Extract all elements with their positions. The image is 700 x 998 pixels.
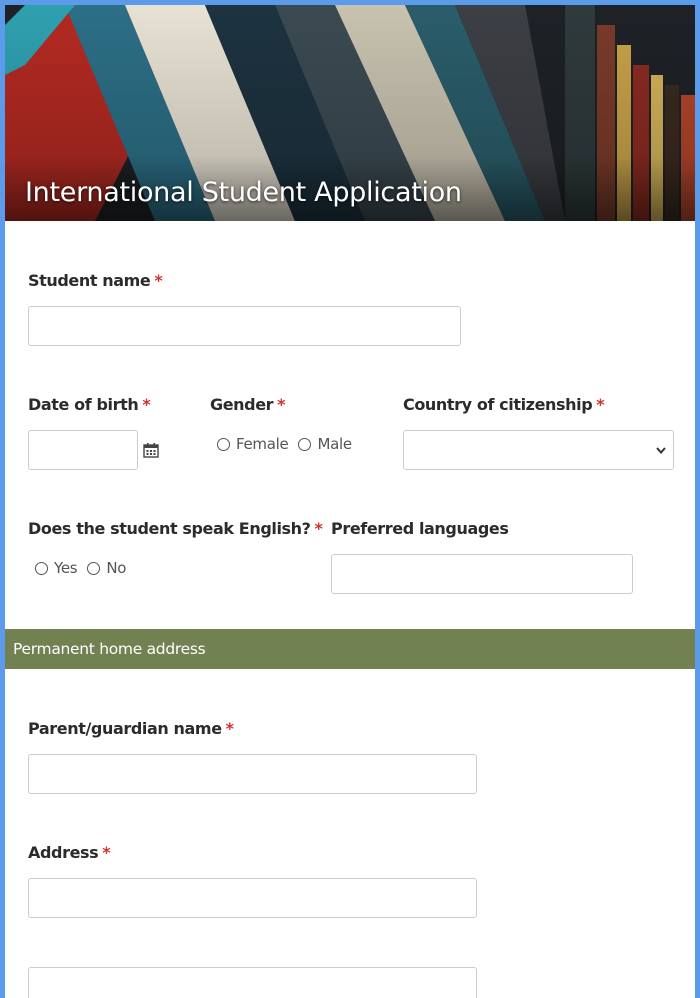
radio-circle[interactable] — [298, 437, 312, 451]
speaks-english-radio-group: Yes No — [35, 559, 136, 577]
required-mark: * — [225, 719, 234, 738]
address-label: Address * — [28, 843, 111, 862]
address-line2-input[interactable] — [28, 967, 477, 998]
guardian-name-label-text: Parent/guardian name — [28, 719, 222, 738]
country-label-text: Country of citizenship — [403, 395, 593, 414]
date-of-birth-label: Date of birth * — [28, 395, 151, 414]
header-banner: International Student Application — [5, 5, 695, 221]
radio-circle[interactable] — [217, 437, 230, 451]
speaks-english-option-yes[interactable]: Yes — [35, 559, 78, 577]
date-of-birth-input[interactable] — [28, 430, 138, 470]
radio-circle[interactable] — [87, 561, 101, 575]
country-label: Country of citizenship * — [403, 395, 605, 414]
student-name-input[interactable] — [28, 306, 461, 346]
speaks-english-label-text: Does the student speak English? — [28, 519, 311, 538]
date-of-birth-label-text: Date of birth — [28, 395, 139, 414]
form-title: International Student Application — [25, 177, 462, 208]
preferred-languages-input[interactable] — [331, 554, 633, 594]
student-name-label: Student name * — [28, 271, 163, 290]
preferred-languages-label: Preferred languages — [331, 519, 509, 538]
calendar-icon[interactable] — [143, 442, 159, 458]
student-name-label-text: Student name — [28, 271, 151, 290]
address-line1-input[interactable] — [28, 878, 477, 918]
speaks-english-option-yes-label: Yes — [54, 559, 78, 577]
required-mark: * — [102, 843, 111, 862]
gender-radio-group: Female Male — [217, 435, 362, 453]
gender-label-text: Gender — [210, 395, 274, 414]
speaks-english-option-no[interactable]: No — [87, 559, 126, 577]
required-mark: * — [142, 395, 151, 414]
gender-label: Gender * — [210, 395, 286, 414]
required-mark: * — [277, 395, 286, 414]
application-form: International Student Application Studen… — [5, 5, 695, 998]
country-select[interactable] — [403, 430, 674, 470]
chevron-down-icon — [656, 447, 666, 455]
section-header-permanent-address: Permanent home address — [5, 629, 695, 669]
gender-option-female[interactable]: Female — [217, 435, 289, 453]
speaks-english-label: Does the student speak English? * — [28, 519, 323, 538]
gender-option-male-label: Male — [317, 435, 352, 453]
gender-option-male[interactable]: Male — [298, 435, 352, 453]
preferred-languages-label-text: Preferred languages — [331, 519, 509, 538]
gender-option-female-label: Female — [236, 435, 289, 453]
required-mark: * — [596, 395, 605, 414]
radio-circle[interactable] — [35, 561, 48, 575]
speaks-english-option-no-label: No — [106, 559, 127, 577]
required-mark: * — [154, 271, 163, 290]
guardian-name-input[interactable] — [28, 754, 477, 794]
required-mark: * — [314, 519, 323, 538]
address-label-text: Address — [28, 843, 99, 862]
guardian-name-label: Parent/guardian name * — [28, 719, 234, 738]
